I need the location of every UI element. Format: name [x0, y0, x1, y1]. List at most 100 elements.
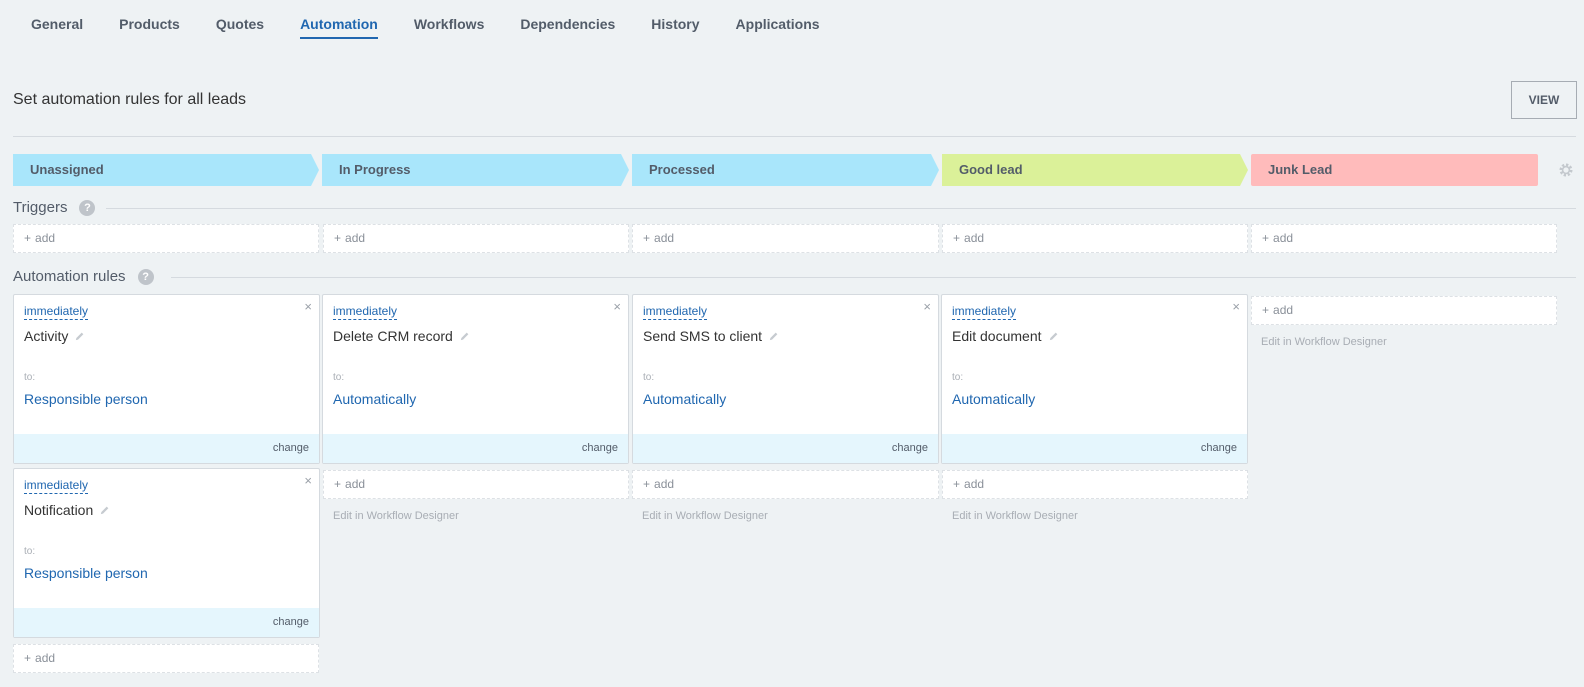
rule-name-text: Edit document: [952, 328, 1042, 344]
rule-name: Edit document: [952, 328, 1059, 344]
rule-responsible-link[interactable]: Automatically: [643, 391, 726, 407]
change-button[interactable]: change: [1201, 442, 1237, 454]
pencil-icon[interactable]: [459, 331, 470, 342]
rule-delay-link[interactable]: immediately: [952, 304, 1017, 320]
rule-footer: change: [323, 434, 628, 463]
triggers-label: Triggers ?: [13, 199, 96, 216]
stage-bar: Unassigned In Progress Processed Good le…: [13, 154, 1573, 186]
rule-name-text: Notification: [24, 502, 94, 518]
rule-name: Activity: [24, 328, 85, 344]
automation-rules-title: Automation rules: [13, 268, 126, 285]
add-label: add: [345, 477, 366, 491]
rule-responsible-link[interactable]: Automatically: [333, 391, 416, 407]
add-trigger-button[interactable]: + add: [632, 224, 939, 253]
add-label: add: [964, 477, 985, 491]
plus-icon: +: [24, 651, 32, 665]
tab-products[interactable]: Products: [119, 0, 180, 39]
edit-in-designer-link[interactable]: Edit in Workflow Designer: [333, 510, 459, 522]
add-rule-button[interactable]: + add: [323, 470, 629, 499]
rule-responsible-link[interactable]: Automatically: [952, 391, 1035, 407]
plus-icon: +: [334, 477, 342, 491]
close-icon[interactable]: ×: [304, 473, 312, 488]
add-trigger-button[interactable]: + add: [323, 224, 629, 253]
tab-history[interactable]: History: [651, 0, 699, 39]
pencil-icon[interactable]: [74, 331, 85, 342]
change-button[interactable]: change: [892, 442, 928, 454]
rule-name: Notification: [24, 502, 110, 518]
plus-icon: +: [643, 231, 651, 245]
rule-name: Delete CRM record: [333, 328, 470, 344]
tab-dependencies[interactable]: Dependencies: [520, 0, 615, 39]
rule-delay-link[interactable]: immediately: [24, 304, 89, 320]
rule-to-label: to:: [333, 372, 345, 383]
rule-delay-link[interactable]: immediately: [24, 478, 89, 494]
rule-name-text: Activity: [24, 328, 69, 344]
add-label: add: [654, 231, 675, 245]
tab-bar: General Products Quotes Automation Workf…: [31, 0, 856, 44]
tab-applications[interactable]: Applications: [736, 0, 820, 39]
rule-card: immediately × Edit document to: Automati…: [941, 294, 1248, 464]
rule-delay-link[interactable]: immediately: [643, 304, 708, 320]
plus-icon: +: [1262, 303, 1270, 317]
stage-good-lead[interactable]: Good lead: [942, 154, 1248, 186]
rule-to-label: to:: [643, 372, 655, 383]
edit-in-designer-link[interactable]: Edit in Workflow Designer: [952, 510, 1078, 522]
add-rule-button[interactable]: + add: [1251, 296, 1557, 325]
plus-icon: +: [1262, 231, 1270, 245]
edit-in-designer-link[interactable]: Edit in Workflow Designer: [1261, 336, 1387, 348]
rule-footer: change: [14, 434, 319, 463]
rule-name-text: Delete CRM record: [333, 328, 453, 344]
close-icon[interactable]: ×: [1232, 299, 1240, 314]
add-rule-button[interactable]: + add: [13, 644, 319, 673]
plus-icon: +: [643, 477, 651, 491]
rule-to-label: to:: [952, 372, 964, 383]
tab-workflows[interactable]: Workflows: [414, 0, 485, 39]
rule-card: immediately × Activity to: Responsible p…: [13, 294, 320, 464]
rule-card: immediately × Send SMS to client to: Aut…: [632, 294, 939, 464]
edit-in-designer-link[interactable]: Edit in Workflow Designer: [642, 510, 768, 522]
rule-responsible-link[interactable]: Responsible person: [24, 565, 148, 581]
view-button[interactable]: VIEW: [1511, 81, 1577, 119]
pencil-icon[interactable]: [768, 331, 779, 342]
plus-icon: +: [953, 477, 961, 491]
add-rule-button[interactable]: + add: [632, 470, 939, 499]
add-label: add: [35, 651, 56, 665]
close-icon[interactable]: ×: [613, 299, 621, 314]
rule-card: immediately × Delete CRM record to: Auto…: [322, 294, 629, 464]
page-title: Set automation rules for all leads: [13, 91, 247, 108]
tab-general[interactable]: General: [31, 0, 83, 39]
rule-footer: change: [942, 434, 1247, 463]
help-icon[interactable]: ?: [79, 199, 96, 216]
rule-responsible-link[interactable]: Responsible person: [24, 391, 148, 407]
add-label: add: [1273, 303, 1294, 317]
tab-automation[interactable]: Automation: [300, 0, 378, 39]
rule-name: Send SMS to client: [643, 328, 779, 344]
stage-in-progress[interactable]: In Progress: [322, 154, 629, 186]
add-label: add: [35, 231, 56, 245]
close-icon[interactable]: ×: [304, 299, 312, 314]
change-button[interactable]: change: [582, 442, 618, 454]
add-label: add: [654, 477, 675, 491]
add-trigger-button[interactable]: + add: [942, 224, 1248, 253]
rule-name-text: Send SMS to client: [643, 328, 763, 344]
add-rule-button[interactable]: + add: [942, 470, 1248, 499]
add-trigger-button[interactable]: + add: [1251, 224, 1557, 253]
add-label: add: [964, 231, 985, 245]
change-button[interactable]: change: [273, 616, 309, 628]
gear-icon[interactable]: [1558, 162, 1574, 178]
plus-icon: +: [953, 231, 961, 245]
rule-to-label: to:: [24, 546, 36, 557]
help-icon[interactable]: ?: [137, 268, 154, 285]
stage-junk-lead[interactable]: Junk Lead: [1251, 154, 1538, 186]
stage-unassigned[interactable]: Unassigned: [13, 154, 319, 186]
tab-quotes[interactable]: Quotes: [216, 0, 264, 39]
add-trigger-button[interactable]: + add: [13, 224, 319, 253]
title-divider: [13, 136, 1576, 137]
stage-processed[interactable]: Processed: [632, 154, 939, 186]
plus-icon: +: [24, 231, 32, 245]
close-icon[interactable]: ×: [923, 299, 931, 314]
pencil-icon[interactable]: [99, 505, 110, 516]
rule-delay-link[interactable]: immediately: [333, 304, 398, 320]
pencil-icon[interactable]: [1048, 331, 1059, 342]
change-button[interactable]: change: [273, 442, 309, 454]
